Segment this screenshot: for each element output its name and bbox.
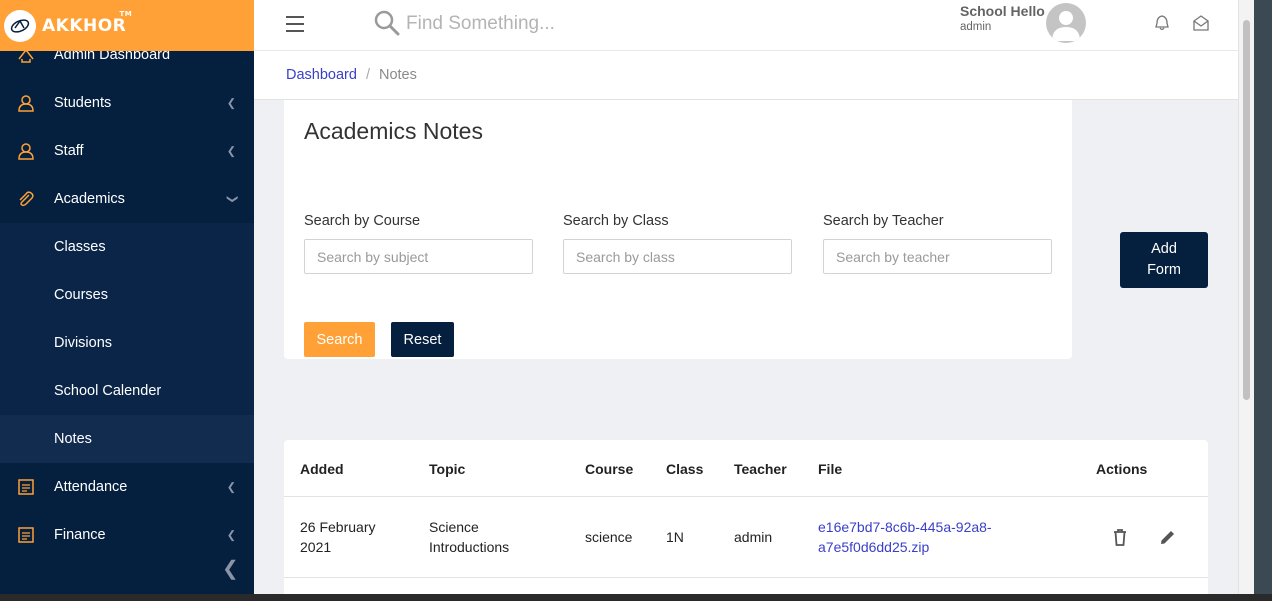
row-divider [284,577,1208,578]
sidebar: Admin Dashboard Students ❮ Staff ❮ Acade… [0,0,254,594]
bell-icon[interactable] [1155,15,1169,31]
course-filter-input[interactable] [304,239,533,274]
sidebar-item-courses[interactable]: Courses [0,271,254,319]
search-button[interactable]: Search [304,322,375,357]
sidebar-item-academics[interactable]: Academics ❮ [0,175,254,223]
topbar: School Hello admin [254,0,1238,51]
cell-class: 1N [666,529,684,545]
edit-icon[interactable] [1158,527,1178,547]
sidebar-item-finance[interactable]: Finance ❮ [0,511,254,559]
chevron-down-icon: ❮ [225,194,238,204]
column-header-course[interactable]: Course [585,461,633,477]
sidebar-item-label: Attendance [54,479,128,495]
sidebar-item-label: Classes [54,239,106,255]
filter-card: Academics Notes Search by Course Search … [284,100,1072,359]
add-form-label-line2: Form [1147,262,1181,278]
chevron-left-icon: ❮ [226,97,236,110]
class-filter-input[interactable] [563,239,792,274]
logo-icon [4,9,36,42]
list-icon [18,479,34,495]
sidebar-item-school-calender[interactable]: School Calender [0,367,254,415]
sidebar-nav: Admin Dashboard Students ❮ Staff ❮ Acade… [0,31,254,559]
students-icon [18,95,34,112]
column-header-actions: Actions [1096,461,1148,477]
mail-icon[interactable] [1193,14,1209,31]
user-name[interactable]: School Hello [960,3,1045,19]
avatar[interactable] [1046,3,1086,43]
sidebar-item-classes[interactable]: Classes [0,223,254,271]
sidebar-item-students[interactable]: Students ❮ [0,79,254,127]
reset-button[interactable]: Reset [391,322,454,357]
chevron-left-icon: ❮ [226,145,236,158]
breadcrumb-separator: / [365,67,370,83]
sidebar-item-attendance[interactable]: Attendance ❮ [0,463,254,511]
brand-name: AKKHOR TM [42,9,133,36]
sidebar-item-label: Finance [54,527,106,543]
course-filter-label: Search by Course [304,213,421,229]
cell-added: 26 February 2021 [300,519,376,555]
user-role: admin [960,21,992,33]
page-title: Academics Notes [304,118,483,144]
chevron-left-icon: ❮ [226,529,236,542]
breadcrumb-dashboard-link[interactable]: Dashboard [286,67,357,83]
notes-table: Added Topic Course Class Teacher File Ac… [284,440,1208,600]
sidebar-item-label: Notes [54,431,92,447]
header-divider [284,496,1208,497]
add-form-label-line1: Add [1151,241,1177,257]
cell-course: science [585,529,633,545]
column-header-added[interactable]: Added [300,461,344,477]
sidebar-item-staff[interactable]: Staff ❮ [0,127,254,175]
teacher-filter-input[interactable] [823,239,1052,274]
sidebar-item-label: Staff [54,143,84,159]
teacher-filter-label: Search by Teacher [823,213,944,229]
sidebar-item-label: School Calender [54,383,162,399]
sidebar-item-notes[interactable]: Notes [0,415,254,463]
column-header-class[interactable]: Class [666,461,703,477]
column-header-file[interactable]: File [818,461,842,477]
cell-topic: Science Introductions [429,519,510,555]
cell-teacher: admin [734,529,773,545]
paperclip-icon [19,191,34,207]
menu-icon[interactable] [286,16,304,32]
background-edge-bottom [0,594,1272,601]
search-icon [374,10,400,36]
sidebar-item-label: Students [54,95,112,111]
staff-icon [18,143,34,160]
file-download-link[interactable]: e16e7bd7-8c6b-445a-92a8- a7e5f0d6dd25.zip [818,517,992,557]
scrollbar-thumb[interactable] [1243,20,1250,400]
add-form-button[interactable]: Add Form [1120,232,1208,288]
background-edge [1254,0,1272,601]
brand-header[interactable]: AKKHOR TM [0,0,254,51]
sidebar-item-label: Academics [54,191,125,207]
sidebar-collapse-icon[interactable]: ❮ [222,559,239,579]
column-header-topic[interactable]: Topic [429,461,465,477]
trademark: TM [119,9,133,18]
column-header-teacher[interactable]: Teacher [734,461,787,477]
sidebar-item-label: Courses [54,287,108,303]
delete-icon[interactable] [1110,527,1130,547]
sidebar-item-label: Divisions [54,335,113,351]
sidebar-item-divisions[interactable]: Divisions [0,319,254,367]
list-icon [18,527,34,543]
class-filter-label: Search by Class [563,213,669,229]
main-content: Dashboard / Notes Academics Notes Search… [254,51,1238,600]
vertical-scrollbar[interactable] [1238,0,1254,594]
search-input[interactable] [406,10,706,38]
breadcrumb: Dashboard / Notes [254,51,1238,100]
chevron-left-icon: ❮ [226,481,236,494]
breadcrumb-current: Notes [378,67,417,83]
